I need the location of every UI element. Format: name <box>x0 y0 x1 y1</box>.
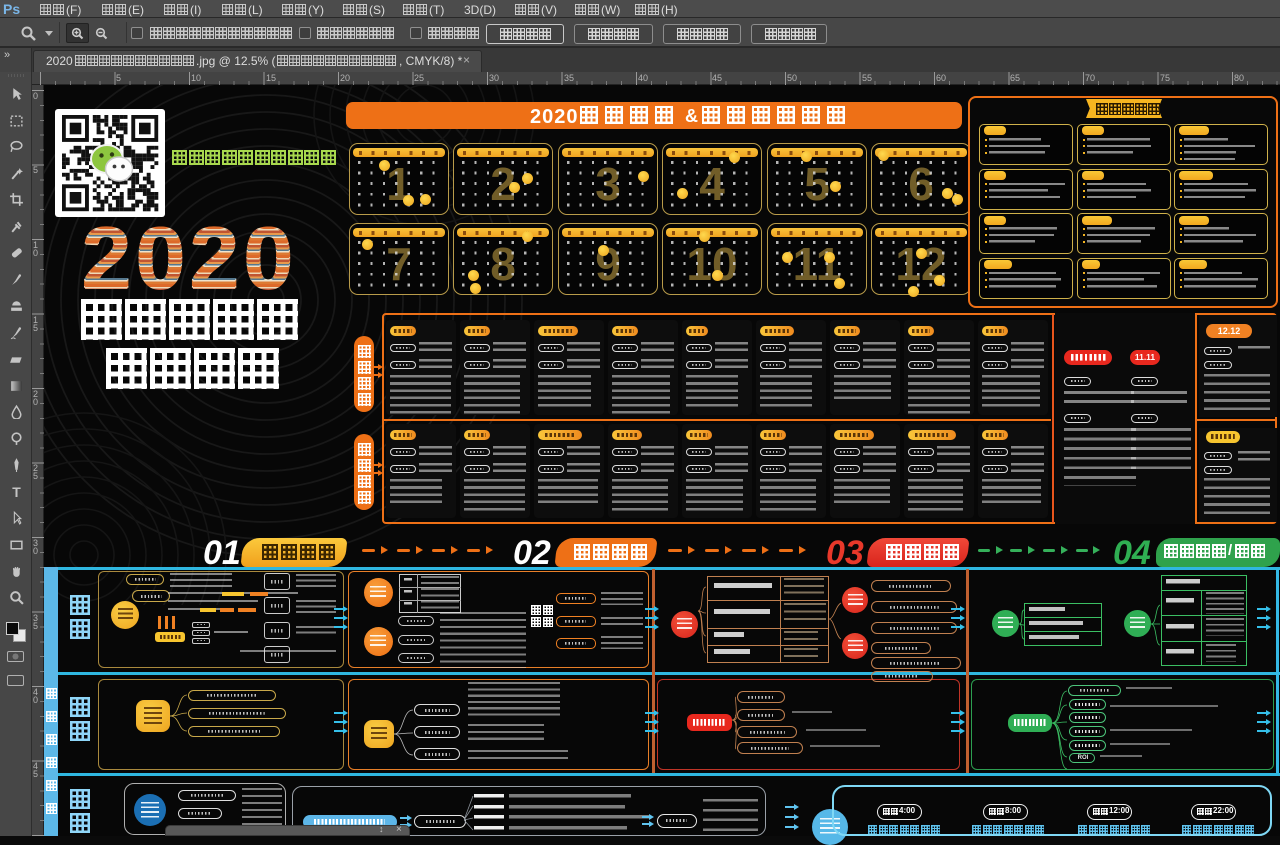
svg-text:T: T <box>12 484 21 499</box>
